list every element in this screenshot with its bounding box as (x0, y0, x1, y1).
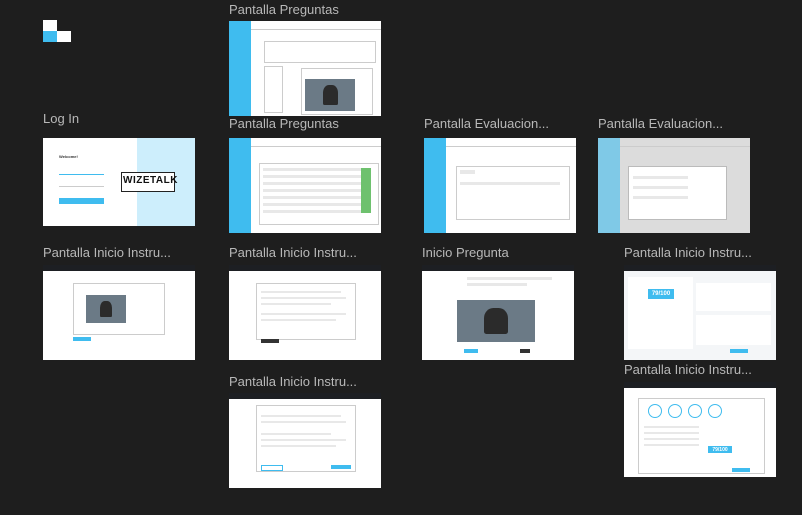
frame-pantalla-evaluacion-1[interactable] (424, 138, 576, 233)
frame-sidebar (229, 21, 251, 116)
frame-pantalla-inicio-instru-5[interactable]: 79/100 (624, 382, 776, 477)
frame-topnav (624, 382, 776, 388)
frame-label-pantalla-evaluacion-2[interactable]: Pantalla Evaluacion... (598, 117, 748, 131)
frame-sidebar (424, 138, 446, 233)
frame-pantalla-inicio-instru-3[interactable]: 79/100 (624, 265, 776, 360)
frame-topnav (422, 265, 574, 271)
frame-label-pantalla-preguntas-2[interactable]: Pantalla Preguntas (229, 117, 389, 131)
frame-label-pantalla-inicio-instru-5[interactable]: Pantalla Inicio Instru... (624, 363, 774, 377)
frame-pantalla-inicio-instru-1[interactable] (43, 265, 195, 360)
wizetalk-logo: WIZETALK (123, 175, 178, 186)
frame-pantalla-preguntas-2[interactable] (229, 138, 381, 233)
frame-inicio-pregunta[interactable] (422, 265, 574, 360)
frame-label-pantalla-preguntas-1[interactable]: Pantalla Preguntas (229, 3, 389, 17)
frame-topnav (43, 265, 195, 271)
frame-pantalla-inicio-instru-2[interactable] (229, 265, 381, 360)
frame-pantalla-preguntas-1[interactable] (229, 21, 381, 116)
frame-label-pantalla-evaluacion-1[interactable]: Pantalla Evaluacion... (424, 117, 576, 131)
frame-sidebar (229, 138, 251, 233)
frame-log-in[interactable]: WIZETALK Welcome! (43, 138, 195, 226)
score-badge: 79/100 (648, 289, 674, 299)
frame-label-pantalla-inicio-instru-3[interactable]: Pantalla Inicio Instru... (624, 246, 774, 260)
welcome-heading: Welcome! (59, 154, 78, 159)
score-badge: 79/100 (708, 446, 732, 453)
app-logo-icon[interactable] (43, 20, 71, 42)
frame-pantalla-inicio-instru-4[interactable] (229, 393, 381, 488)
frame-label-pantalla-inicio-instru-2[interactable]: Pantalla Inicio Instru... (229, 246, 379, 260)
frame-topnav (624, 265, 776, 271)
frame-pantalla-evaluacion-2[interactable] (598, 138, 750, 233)
frame-label-pantalla-inicio-instru-1[interactable]: Pantalla Inicio Instru... (43, 246, 193, 260)
frame-label-inicio-pregunta[interactable]: Inicio Pregunta (422, 246, 572, 260)
frame-sidebar (598, 138, 620, 233)
frame-topnav (229, 265, 381, 271)
frame-label-log-in[interactable]: Log In (43, 112, 193, 126)
frame-topnav (229, 393, 381, 399)
frame-label-pantalla-inicio-instru-4[interactable]: Pantalla Inicio Instru... (229, 375, 379, 389)
